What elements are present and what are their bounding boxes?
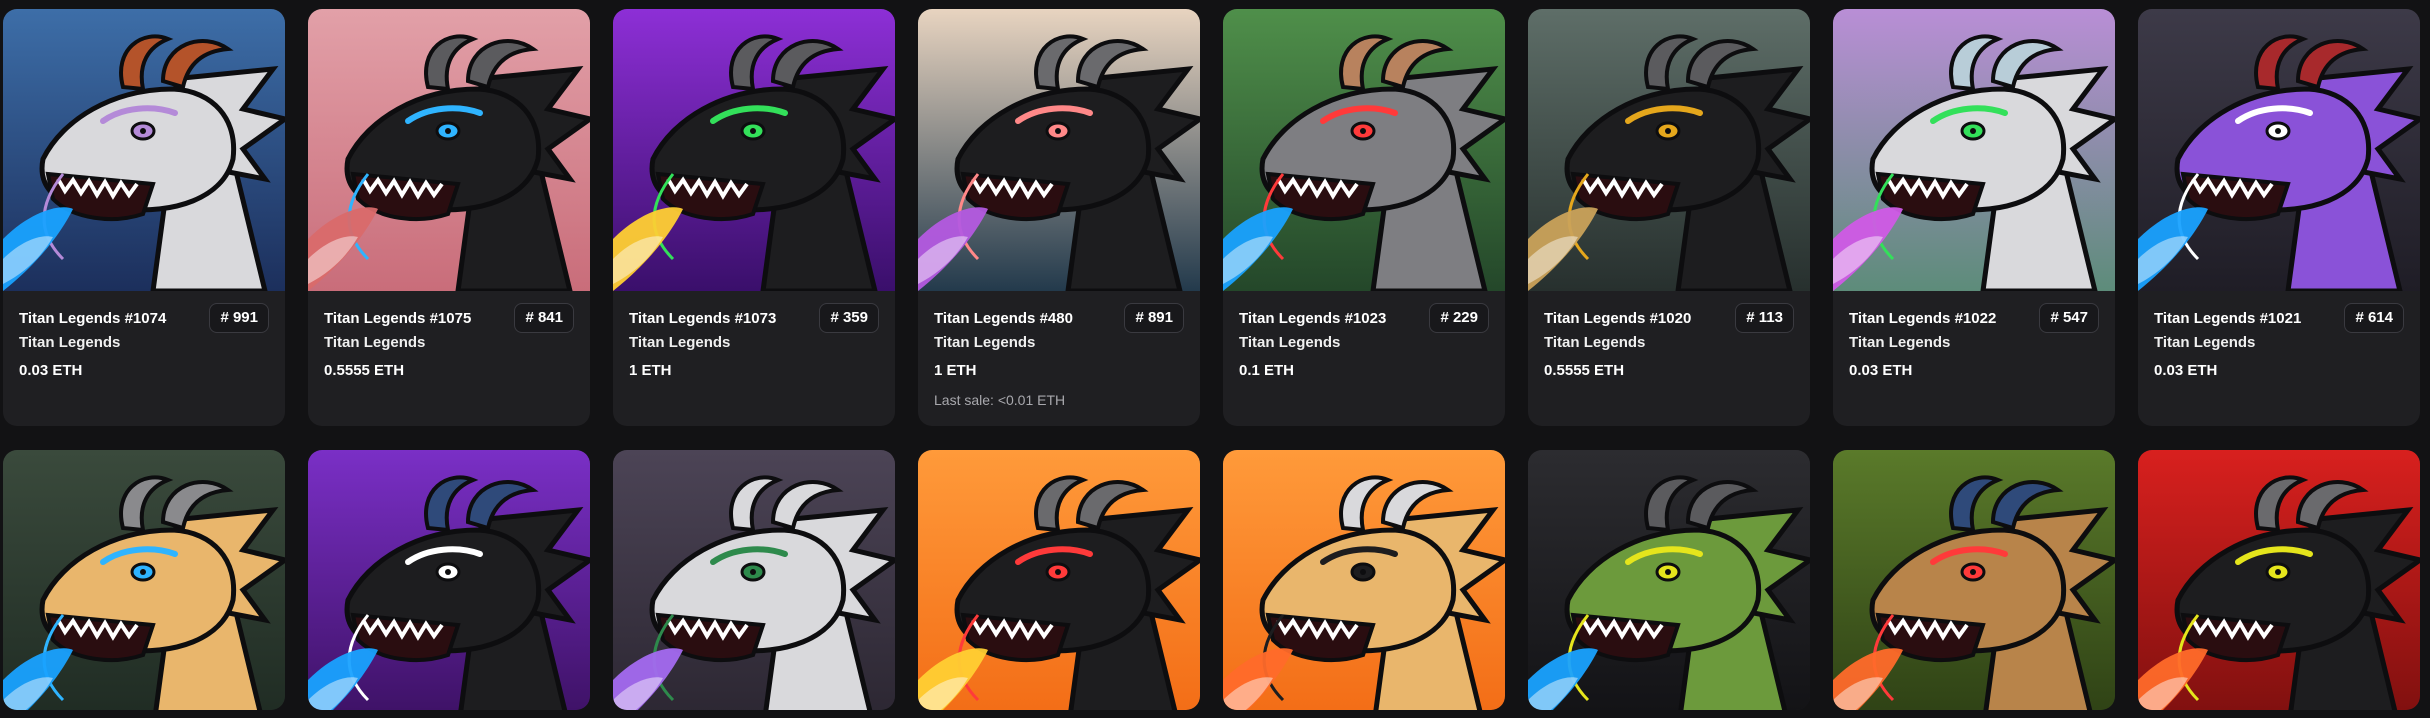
rarity-rank-badge: # 229 [1429, 303, 1489, 333]
collection-name[interactable]: Titan Legends [1239, 333, 1489, 353]
nft-image[interactable] [3, 9, 285, 291]
rarity-rank-badge: # 891 [1124, 303, 1184, 333]
collection-name[interactable]: Titan Legends [1544, 333, 1794, 353]
dragon-artwork [2138, 450, 2420, 710]
nft-image[interactable] [308, 9, 590, 291]
nft-image[interactable] [918, 450, 1200, 710]
nft-image[interactable] [2138, 450, 2420, 710]
nft-card-info: Titan Legends #1075 Titan Legends 0.5555 E… [308, 291, 590, 426]
nft-card[interactable]: Titan Legends #1075 Titan Legends 0.5555 E… [308, 9, 590, 426]
nft-image[interactable] [918, 9, 1200, 291]
nft-price: 0.1 ETH [1239, 362, 1295, 379]
nft-card[interactable] [918, 450, 1200, 710]
nft-image[interactable] [308, 450, 590, 710]
nft-card-info: Titan Legends #480 Titan Legends 1 ETH Last… [918, 291, 1200, 426]
nft-price: 0.03 ETH [19, 362, 83, 379]
nft-card-info: Titan Legends #1073 Titan Legends 1 ETH # 3… [613, 291, 895, 426]
dragon-artwork [1223, 450, 1505, 710]
dragon-artwork [613, 450, 895, 710]
nft-image[interactable] [1528, 9, 1810, 291]
collection-name[interactable]: Titan Legends [934, 333, 1184, 353]
dragon-artwork [308, 9, 590, 291]
nft-price: 1 ETH [934, 362, 977, 379]
dragon-artwork [918, 450, 1200, 710]
dragon-artwork [918, 9, 1200, 291]
nft-price: 0.5555 ETH [1544, 362, 1625, 379]
nft-image[interactable] [1833, 9, 2115, 291]
nft-card[interactable]: Titan Legends #1021 Titan Legends 0.03 ETH… [2138, 9, 2420, 426]
rarity-rank-badge: # 113 [1735, 303, 1794, 333]
rarity-rank-badge: # 359 [819, 303, 879, 333]
rarity-rank-badge: # 614 [2344, 303, 2404, 333]
nft-image[interactable] [3, 450, 285, 710]
nft-card[interactable] [3, 450, 285, 710]
nft-image[interactable] [1223, 450, 1505, 710]
nft-card[interactable] [1223, 450, 1505, 710]
rarity-rank-badge: # 547 [2039, 303, 2099, 333]
dragon-artwork [3, 450, 285, 710]
dragon-artwork [308, 450, 590, 710]
nft-grid: Titan Legends #1074 Titan Legends 0.03 ETH… [0, 0, 2430, 718]
collection-name[interactable]: Titan Legends [324, 333, 574, 353]
nft-price: 1 ETH [629, 362, 672, 379]
nft-image[interactable] [1223, 9, 1505, 291]
dragon-artwork [613, 9, 895, 291]
nft-image[interactable] [1528, 450, 1810, 710]
nft-card-info: Titan Legends #1022 Titan Legends 0.03 ETH… [1833, 291, 2115, 426]
nft-card[interactable]: Titan Legends #1022 Titan Legends 0.03 ETH… [1833, 9, 2115, 426]
dragon-artwork [1528, 9, 1810, 291]
collection-name[interactable]: Titan Legends [2154, 333, 2404, 353]
dragon-artwork [1833, 9, 2115, 291]
collection-name[interactable]: Titan Legends [1849, 333, 2099, 353]
nft-image[interactable] [1833, 450, 2115, 710]
dragon-artwork [1528, 450, 1810, 710]
dragon-artwork [2138, 9, 2420, 291]
nft-card-info: Titan Legends #1023 Titan Legends 0.1 ETH #… [1223, 291, 1505, 426]
nft-card[interactable] [308, 450, 590, 710]
nft-card[interactable]: Titan Legends #480 Titan Legends 1 ETH Last… [918, 9, 1200, 426]
dragon-artwork [1223, 9, 1505, 291]
nft-card[interactable]: Titan Legends #1074 Titan Legends 0.03 ETH… [3, 9, 285, 426]
nft-price: 0.03 ETH [1849, 362, 1913, 379]
collection-name[interactable]: Titan Legends [19, 333, 269, 353]
nft-card[interactable] [613, 450, 895, 710]
nft-card[interactable] [1528, 450, 1810, 710]
nft-image[interactable] [613, 9, 895, 291]
rarity-rank-badge: # 841 [514, 303, 574, 333]
nft-card-info: Titan Legends #1074 Titan Legends 0.03 ETH… [3, 291, 285, 426]
nft-image[interactable] [613, 450, 895, 710]
nft-card-info: Titan Legends #1020 Titan Legends 0.5555 E… [1528, 291, 1810, 426]
dragon-artwork [3, 9, 285, 291]
nft-price: 0.03 ETH [2154, 362, 2218, 379]
rarity-rank-badge: # 991 [209, 303, 269, 333]
nft-card[interactable]: Titan Legends #1073 Titan Legends 1 ETH # 3… [613, 9, 895, 426]
dragon-artwork [1833, 450, 2115, 710]
last-sale: Last sale: <0.01 ETH [934, 392, 1066, 408]
nft-price: 0.5555 ETH [324, 362, 405, 379]
nft-card[interactable]: Titan Legends #1020 Titan Legends 0.5555 E… [1528, 9, 1810, 426]
nft-card[interactable]: Titan Legends #1023 Titan Legends 0.1 ETH #… [1223, 9, 1505, 426]
nft-card-info: Titan Legends #1021 Titan Legends 0.03 ETH… [2138, 291, 2420, 426]
nft-image[interactable] [2138, 9, 2420, 291]
collection-name[interactable]: Titan Legends [629, 333, 879, 353]
nft-card[interactable] [1833, 450, 2115, 710]
nft-card[interactable] [2138, 450, 2420, 710]
